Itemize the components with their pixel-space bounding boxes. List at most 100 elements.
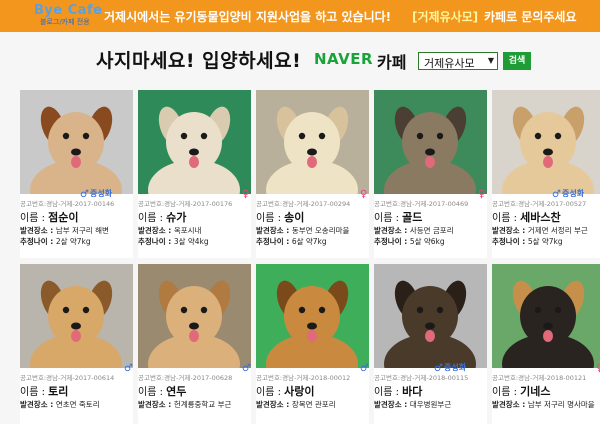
dog-name: 연두	[166, 385, 187, 398]
age-label: 추정나이 :	[492, 237, 528, 246]
name-label: 이름 :	[20, 213, 49, 224]
dog-name-row: 이름 : 연두	[138, 383, 186, 399]
notice-number: 공고번호:경남-거제-2017-00527	[492, 200, 587, 208]
cafe-search-select[interactable]: 거제유사모 ▼	[418, 52, 498, 70]
found-place-row: 발견장소 : 장목면 관포리	[256, 399, 336, 410]
estimated-age-row: 추정나이 : 2살 약7kg	[20, 236, 91, 247]
dog-card[interactable]: ♀ 공고번호:경남-거제-2017-00469 이름 : 골드 발견장소 : 사등면 …	[374, 90, 487, 258]
dog-photo[interactable]	[492, 264, 600, 368]
male-icon: ♂	[124, 363, 133, 374]
name-label: 이름 :	[256, 387, 285, 398]
name-label: 이름 :	[492, 213, 521, 224]
banner-message-tail: 카페로 문의주세요	[484, 10, 577, 24]
dog-name: 세바스찬	[520, 211, 561, 224]
found-place: 연초면 죽토리	[55, 400, 100, 409]
name-label: 이름 :	[374, 387, 403, 398]
estimated-age: 3살 약4kg	[173, 237, 209, 246]
place-label: 발견장소 :	[138, 226, 174, 235]
female-icon: ♀	[596, 363, 600, 374]
dog-photo[interactable]	[138, 264, 251, 368]
notice-number: 공고번호:경남-거제-2018-00012	[256, 374, 351, 382]
dog-card[interactable]: ♀ 공고번호:경남-거제-2017-00176 이름 : 슈가 발견장소 : 옥포시내…	[138, 90, 251, 258]
dog-name-row: 이름 : 슈가	[138, 209, 186, 225]
dog-name-row: 이름 : 바다	[374, 383, 422, 399]
chevron-down-icon: ▼	[487, 56, 494, 65]
logo-subtext: 블로그/카페 전용	[40, 18, 90, 26]
estimated-age: 5살 약6kg	[409, 237, 445, 246]
dog-name-row: 이름 : 토리	[20, 383, 68, 399]
found-place: 사등면 금포리	[409, 226, 454, 235]
dog-name-row: 이름 : 점순이	[20, 209, 79, 225]
notice-number: 공고번호:경남-거제-2018-00115	[374, 374, 469, 382]
dog-photo[interactable]	[20, 90, 133, 194]
place-label: 발견장소 :	[492, 400, 528, 409]
dog-name: 토리	[48, 385, 69, 398]
place-label: 발견장소 :	[492, 226, 528, 235]
name-label: 이름 :	[138, 387, 167, 398]
notice-number: 공고번호:경남-거제-2017-00469	[374, 200, 469, 208]
dog-name: 사랑이	[284, 385, 315, 398]
search-button[interactable]: 검색	[503, 52, 531, 70]
found-place-row: 발견장소 : 남부 저구리 명사마을	[492, 399, 595, 410]
age-label: 추정나이 :	[20, 237, 56, 246]
found-place-row: 발견장소 : 거제면 서정리 부근	[492, 225, 588, 236]
dog-card[interactable]: ♂ 중성화 공고번호:경남-거제-2017-00146 이름 : 점순이 발견장소 : …	[20, 90, 133, 258]
dog-photo[interactable]	[256, 90, 369, 194]
found-place: 거제면 서정리 부근	[527, 226, 588, 235]
estimated-age-row: 추정나이 : 5살 약7kg	[492, 236, 563, 247]
estimated-age-row: 추정나이 : 3살 약4kg	[138, 236, 209, 247]
found-place: 장목면 관포리	[291, 400, 336, 409]
found-place-row: 발견장소 : 대우병원부근	[374, 399, 451, 410]
dog-photo[interactable]	[138, 90, 251, 194]
male-icon: ♂	[242, 363, 251, 374]
dog-card[interactable]: ♀ 공고번호:경남-거제-2017-00294 이름 : 송이 발견장소 : 동부면 …	[256, 90, 369, 258]
dog-name: 점순이	[48, 211, 79, 224]
dog-card[interactable]: ♂ 공고번호:경남-거제-2018-00012 이름 : 사랑이 발견장소 : 장목면…	[256, 264, 369, 424]
logo[interactable]: Bye Cafe 블로그/카페 전용	[34, 3, 103, 29]
place-label: 발견장소 :	[374, 226, 410, 235]
place-label: 발견장소 :	[256, 400, 292, 409]
dog-name-row: 이름 : 기네스	[492, 383, 551, 399]
place-label: 발견장소 :	[20, 400, 56, 409]
dog-card[interactable]: ♀ 공고번호:경남-거제-2018-00121 이름 : 기네스 발견장소 : 남부 …	[492, 264, 600, 424]
estimated-age-row: 추정나이 : 6살 약7kg	[256, 236, 327, 247]
name-label: 이름 :	[138, 213, 167, 224]
name-label: 이름 :	[374, 213, 403, 224]
dog-card[interactable]: ♂ 공고번호:경남-거제-2017-00614 이름 : 토리 발견장소 : 연초면 …	[20, 264, 133, 424]
dog-card[interactable]: ♂ 중성화 공고번호:경남-거제-2018-00115 이름 : 바다 발견장소 : 대…	[374, 264, 487, 424]
logo-text: Bye Cafe	[34, 3, 103, 18]
name-label: 이름 :	[492, 387, 521, 398]
dog-photo[interactable]	[492, 90, 600, 194]
dog-photo[interactable]	[256, 264, 369, 368]
place-label: 발견장소 :	[374, 400, 410, 409]
notice-number: 공고번호:경남-거제-2017-00614	[20, 374, 115, 382]
age-label: 추정나이 :	[374, 237, 410, 246]
dog-card[interactable]: ♂ 중성화 공고번호:경남-거제-2017-00527 이름 : 세바스찬 발견장소 :…	[492, 90, 600, 258]
page-title: 사지마세요! 입양하세요!	[96, 50, 302, 72]
notice-number: 공고번호:경남-거제-2018-00121	[492, 374, 587, 382]
found-place-row: 발견장소 : 남부 저구리 해변	[20, 225, 109, 236]
found-place-row: 발견장소 : 동부면 오송리마을	[256, 225, 349, 236]
found-place: 동부면 오송리마을	[291, 226, 350, 235]
found-place-row: 발견장소 : 연초면 죽토리	[20, 399, 100, 410]
found-place: 옥포시내	[173, 226, 202, 235]
dog-name-row: 이름 : 골드	[374, 209, 422, 225]
dog-name: 골드	[402, 211, 423, 224]
dog-name-row: 이름 : 사랑이	[256, 383, 315, 399]
banner-cafe-name[interactable]: [거제유사모]	[412, 8, 478, 25]
dog-photo[interactable]	[374, 90, 487, 194]
name-label: 이름 :	[20, 387, 49, 398]
naver-logo: NAVER	[314, 50, 374, 68]
dog-photo[interactable]	[374, 264, 487, 368]
banner-message: 거제시에서는 유기동물입양비 지원사업을 하고 있습니다!	[104, 10, 392, 24]
dog-photo[interactable]	[20, 264, 133, 368]
estimated-age-row: 추정나이 : 5살 약6kg	[374, 236, 445, 247]
dog-name-row: 이름 : 세바스찬	[492, 209, 561, 225]
found-place-row: 발견장소 : 사등면 금포리	[374, 225, 454, 236]
dog-name-row: 이름 : 송이	[256, 209, 304, 225]
place-label: 발견장소 :	[138, 400, 174, 409]
notice-number: 공고번호:경남-거제-2017-00628	[138, 374, 233, 382]
dog-card[interactable]: ♂ 공고번호:경남-거제-2017-00628 이름 : 연두 발견장소 : 헌계룡중…	[138, 264, 251, 424]
male-icon: ♂	[360, 363, 369, 374]
cafe-label: 카페	[377, 53, 407, 72]
